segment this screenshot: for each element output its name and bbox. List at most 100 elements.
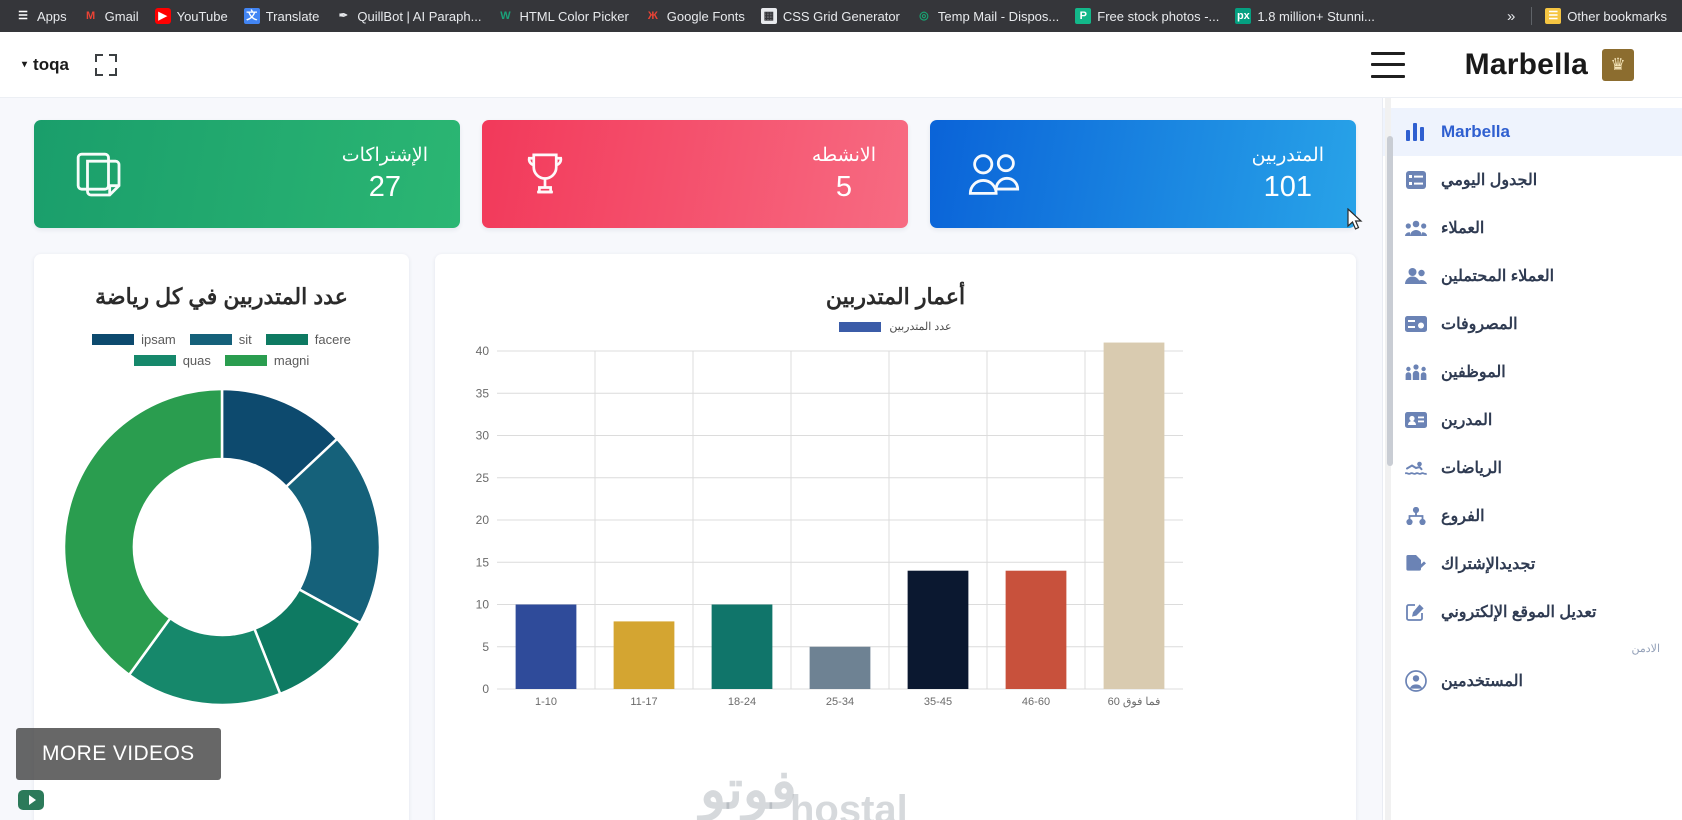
channel-name-button[interactable]: ▾ toqa [22,55,69,75]
sidebar-item-money-card[interactable]: المصروفات [1383,300,1682,348]
expand-fullscreen-icon[interactable] [94,53,117,76]
more-videos-button[interactable]: MORE VIDEOS [16,728,221,780]
hamburger-menu-icon[interactable] [1370,51,1405,78]
bookmark-label: Google Fonts [666,8,745,24]
sidebar-item-swimmer[interactable]: الرياضات [1383,444,1682,492]
stat-card[interactable]: الإشتراكات 27 [34,120,460,228]
browser-bookmarks-bar: ☰ Apps M Gmail ▶ YouTube 文 Translate ✒ QuillBot |… [0,0,1682,32]
bookmark-label: Translate [265,8,320,24]
x-axis-tick-label: 60 فما فوق [1108,696,1161,708]
app-header-right: Marbella ♛ [1370,48,1660,82]
x-axis-tick-label: 46-60 [1022,696,1050,708]
channel-name-label: toqa [33,54,69,74]
bookmarks-overflow-button[interactable]: » [1497,4,1525,29]
list-schedule-icon [1405,169,1427,191]
bar-chart-icon [1405,121,1427,143]
sidebar-item-edit-pencil[interactable]: تعديل الموقع الإلكتروني [1383,588,1682,636]
bar[interactable] [613,621,675,689]
y-axis-tick-label: 5 [482,640,489,654]
bookmark-item[interactable]: Ж Google Fonts [638,4,752,28]
bar[interactable] [711,604,773,690]
users-group-icon [966,149,1022,199]
donut-chart[interactable] [57,382,387,712]
legend-item[interactable]: quas [133,353,211,368]
bookmark-item[interactable]: ☰ Apps [8,4,74,28]
y-axis-tick-label: 30 [476,429,490,443]
bookmark-label: QuillBot | AI Paraph... [357,8,482,24]
bookmark-item[interactable]: ◎ Temp Mail - Dispos... [909,4,1066,28]
bookmark-item[interactable]: px 1.8 million+ Stunni... [1228,4,1381,28]
documents-copy-icon [70,146,126,202]
sidebar-item-label: تعديل الموقع الإلكتروني [1441,604,1597,621]
legend-item[interactable]: sit [189,332,252,347]
legend-item[interactable]: facere [265,332,351,347]
bar[interactable] [515,604,577,690]
legend-label: ipsam [141,332,176,347]
legend-swatch [839,321,882,332]
legend-swatch [224,355,267,366]
donut-chart-title: عدد المتدربين في كل رياضة [95,284,348,309]
y-axis-tick-label: 20 [476,513,490,527]
bar[interactable] [1005,570,1067,689]
stat-label: الإشتراكات [341,145,428,167]
sidebar-item-user-friends[interactable]: العملاء المحتملين [1383,252,1682,300]
legend-row: quas magni [133,353,309,368]
sidebar-item-user-circle[interactable]: المستخدمين [1383,657,1682,705]
bar-chart[interactable]: 0 5 10 15 20 25 30 35 40 1-10 11-17 18-24 25-34 35-45… [455,339,1195,719]
apps-grid-icon: ☰ [18,9,28,22]
x-axis-tick-label: 35-45 [924,696,952,708]
bar-legend-label: عدد المتدربين [889,321,952,333]
bookmark-item[interactable]: ▶ YouTube [148,4,235,28]
legend-item[interactable]: ipsam [92,332,176,347]
bookmark-item[interactable]: W HTML Color Picker [490,4,635,28]
sidebar-item-sitemap[interactable]: الفروع [1383,492,1682,540]
sidebar-item-users[interactable]: العملاء [1383,204,1682,252]
stat-value: 101 [1263,170,1312,203]
x-axis-tick-label: 1-10 [535,696,557,708]
sidebar-item-people-group[interactable]: الموظفين [1383,348,1682,396]
sidebar-item-file-signature[interactable]: تجديدالإشتراك [1383,540,1682,588]
sidebar-item-bar-chart[interactable]: Marbella [1383,108,1682,156]
stat-label: الانشطه [811,145,876,167]
users-icon [1405,217,1427,239]
bookmark-item[interactable]: ▦ CSS Grid Generator [754,4,907,28]
bar[interactable] [907,570,969,689]
app-body: الإشتراكات 27 الانشطه 5 المتدربين 101 عدد الم… [0,98,1682,820]
sidebar-scrollbar-track[interactable] [1385,98,1393,820]
stat-texts: المتدربين 101 [1252,144,1324,204]
stat-card[interactable]: الانشطه 5 [482,120,908,228]
bookmark-item[interactable]: P Free stock photos -... [1068,4,1226,28]
bar[interactable] [809,646,871,689]
sidebar-item-id-card[interactable]: المدرين [1383,396,1682,444]
y-axis-tick-label: 25 [476,471,490,485]
charts-row: عدد المتدربين في كل رياضة ipsam sit facere… [34,254,1356,820]
x-axis-tick-label: 11-17 [630,696,657,708]
bar-chart-title: أعمار المتدربين [825,284,966,309]
sidebar-item-label: المدرين [1441,412,1493,429]
sidebar-item-list-schedule[interactable]: الجدول اليومي [1383,156,1682,204]
stat-value: 27 [368,170,401,203]
player-left-controls: ▾ toqa [22,53,117,76]
y-axis-tick-label: 40 [476,344,490,358]
sidebar-item-label: الفروع [1441,508,1485,525]
bookmark-item[interactable]: ✒ QuillBot | AI Paraph... [328,4,488,28]
legend-swatch [92,334,135,345]
sidebar-item-label: المصروفات [1441,316,1518,333]
stat-card[interactable]: المتدربين 101 [930,120,1356,228]
stat-texts: الانشطه 5 [812,144,876,204]
youtube-play-icon[interactable] [18,790,44,810]
bar[interactable] [1103,342,1165,689]
gmail-icon: M [86,9,96,22]
sidebar-scrollbar-thumb[interactable] [1387,136,1393,466]
bookmark-label: YouTube [176,8,228,24]
legend-item[interactable]: magni [224,353,309,368]
other-bookmarks-folder[interactable]: ☰ Other bookmarks [1538,4,1674,28]
bookmarks-divider [1531,7,1533,25]
swimmer-icon [1405,457,1427,479]
app-brand[interactable]: Marbella ♛ [1465,48,1660,82]
user-friends-icon [1405,265,1427,287]
crown-logo-icon: ♛ [1602,48,1634,81]
legend-row: ipsam sit facere [92,332,351,347]
bookmark-item[interactable]: M Gmail [76,4,146,28]
bookmark-item[interactable]: 文 Translate [237,4,327,28]
